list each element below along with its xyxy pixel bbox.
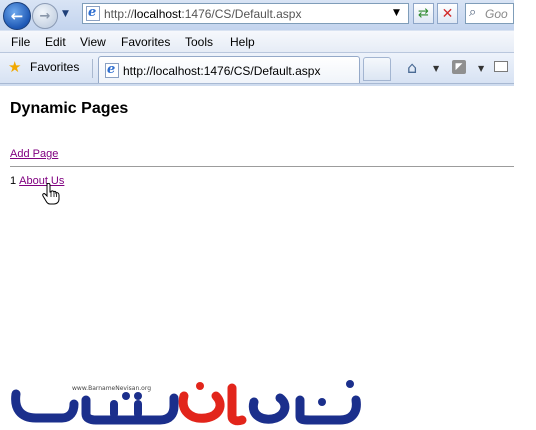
page-title: Dynamic Pages (10, 100, 129, 117)
mail-icon[interactable] (494, 61, 508, 72)
ie-page-icon: e (105, 62, 119, 78)
forward-button[interactable]: → (32, 3, 58, 29)
logo-mark-icon (11, 380, 361, 426)
address-row: ← → ▼ e http://localhost:1476/CS/Default… (0, 0, 514, 30)
address-bar[interactable]: e http://localhost:1476/CS/Default.aspx … (82, 3, 409, 24)
menu-file[interactable]: File (11, 35, 30, 49)
menu-bar: File Edit View Favorites Tools Help (0, 31, 514, 53)
forward-arrow-icon: → (39, 8, 51, 24)
tab-title: http://localhost:1476/CS/Default.aspx (123, 64, 321, 78)
menu-favorites[interactable]: Favorites (121, 35, 170, 49)
refresh-button[interactable]: ⇄ (413, 3, 434, 24)
stop-button[interactable]: ✕ (437, 3, 458, 24)
hand-cursor-icon (42, 183, 60, 205)
page-id: 1 (10, 175, 17, 187)
history-dropdown-icon[interactable]: ▼ (62, 9, 69, 19)
browser-window: ← → ▼ e http://localhost:1476/CS/Default… (0, 0, 536, 430)
back-button[interactable]: ← (3, 2, 31, 30)
star-icon: ★ (8, 58, 22, 76)
window-edge (514, 0, 536, 430)
home-dropdown-icon[interactable]: ▼ (433, 64, 439, 73)
new-tab-button[interactable] (363, 57, 391, 81)
stop-icon: ✕ (441, 5, 454, 22)
home-icon[interactable]: ⌂ (407, 58, 417, 77)
favorites-separator (92, 59, 93, 78)
menu-help[interactable]: Help (230, 35, 255, 49)
refresh-icon: ⇄ (418, 6, 429, 21)
favorites-bar: ★ Favorites e http://localhost:1476/CS/D… (0, 53, 514, 84)
menu-tools[interactable]: Tools (185, 35, 213, 49)
barnamenevisan-logo: www.BarnameNevisan.org (10, 374, 366, 428)
feeds-dropdown-icon[interactable]: ▼ (478, 64, 484, 73)
back-arrow-icon: ← (10, 7, 24, 25)
menu-edit[interactable]: Edit (45, 35, 66, 49)
favorites-button[interactable]: Favorites (30, 60, 79, 74)
browser-chrome: ← → ▼ e http://localhost:1476/CS/Default… (0, 0, 514, 86)
search-box[interactable]: ⌕ Goo (465, 3, 514, 24)
search-icon: ⌕ (469, 5, 477, 20)
tab-current-page[interactable]: e http://localhost:1476/CS/Default.aspx (98, 56, 360, 83)
horizontal-rule (10, 166, 514, 167)
address-dropdown-icon[interactable]: ▼ (393, 8, 400, 18)
rss-feed-icon[interactable]: ◤ (452, 60, 466, 74)
search-placeholder: Goo (485, 7, 508, 21)
logo-url-text: www.BarnameNevisan.org (72, 385, 151, 392)
ie-page-icon: e (86, 5, 100, 21)
add-page-link[interactable]: Add Page (10, 148, 58, 160)
menu-view[interactable]: View (80, 35, 106, 49)
address-url[interactable]: http://localhost:1476/CS/Default.aspx (104, 7, 301, 21)
